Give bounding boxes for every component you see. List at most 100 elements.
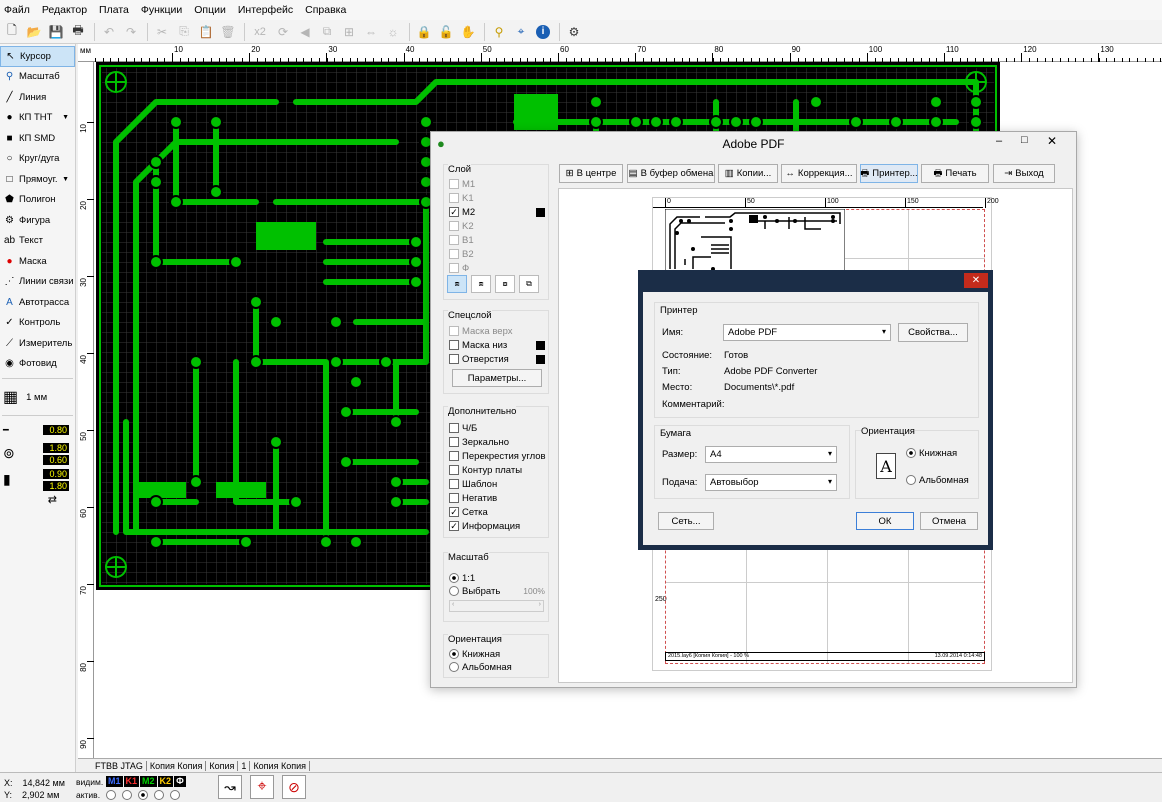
smd-width-value[interactable]: 0.90 xyxy=(43,468,69,479)
printer-button[interactable]: 🖶 Принтер... xyxy=(860,164,918,183)
sheet-tab[interactable]: Копия xyxy=(206,760,239,771)
extra-option-checkbox[interactable]: Негатив xyxy=(449,491,547,505)
target-icon[interactable]: ⌖ xyxy=(250,775,274,799)
tool-circle[interactable]: ○ Круг/дуга xyxy=(0,149,75,170)
print-dialog-close-button[interactable]: ✕ xyxy=(964,273,988,288)
pad-size[interactable]: ⊚ 1.80 0.60 xyxy=(0,441,75,467)
search-icon[interactable]: ⚲ xyxy=(489,22,509,42)
checkbox-box[interactable] xyxy=(449,249,459,259)
smd-size[interactable]: ▮ 0.90 1.80 xyxy=(0,467,75,493)
close-button[interactable]: ✕ xyxy=(1047,134,1057,148)
checkbox-box[interactable]: ✓ xyxy=(449,521,459,531)
layer-checkbox[interactable]: ✓ M2 xyxy=(449,205,545,219)
layer-active-radio[interactable] xyxy=(106,790,116,801)
checkbox-box[interactable] xyxy=(449,221,459,231)
checkbox-box[interactable] xyxy=(449,451,459,461)
center-button[interactable]: ⊞ В центре xyxy=(559,164,623,183)
delete-icon[interactable]: 🗑 xyxy=(218,22,238,42)
tool-autoroute[interactable]: A Автотрасса xyxy=(0,292,75,313)
layer-active-radio[interactable] xyxy=(154,790,164,801)
layer-visible-4[interactable]: Ф xyxy=(174,776,186,787)
route-icon[interactable]: ↝ xyxy=(218,775,242,799)
checkbox-box[interactable] xyxy=(449,423,459,433)
cut-icon[interactable]: ✂ xyxy=(152,22,172,42)
network-button[interactable]: Сеть... xyxy=(658,512,714,530)
checkbox-box[interactable] xyxy=(449,479,459,489)
tool-pad-smd[interactable]: ■ КП SMD xyxy=(0,128,75,149)
checkbox-box[interactable]: ✓ xyxy=(449,207,459,217)
special-layer-checkbox[interactable]: Маска верх xyxy=(449,324,545,338)
unlock-icon[interactable]: 🔓 xyxy=(436,22,456,42)
print-portrait-radio[interactable]: Книжная xyxy=(906,446,957,460)
menu-item[interactable]: Функции xyxy=(141,4,182,16)
chevron-down-icon[interactable]: ▼ xyxy=(62,176,69,183)
copies-button[interactable]: ▥ Копии... xyxy=(718,164,778,183)
extra-option-checkbox[interactable]: Ч/Б xyxy=(449,421,547,435)
copy-icon[interactable]: ⎘ xyxy=(174,22,194,42)
paste-icon[interactable]: 📋 xyxy=(196,22,216,42)
menu-item[interactable]: Редактор xyxy=(42,4,87,16)
printer-name-select[interactable]: Adobe PDF ▾ xyxy=(723,324,891,341)
checkbox-box[interactable] xyxy=(449,354,459,364)
sheet-tab[interactable]: FTBB JTAG xyxy=(92,760,147,771)
extra-option-checkbox[interactable]: Контур платы xyxy=(449,463,547,477)
tool-line[interactable]: ╱ Линия xyxy=(0,87,75,108)
checkbox-box[interactable] xyxy=(449,493,459,503)
tool-text[interactable]: ab Текст xyxy=(0,231,75,252)
mode4-icon[interactable]: ⧉ xyxy=(519,275,539,293)
mode1-icon[interactable]: ⧈ xyxy=(447,275,467,293)
layer-active-radio[interactable] xyxy=(170,790,180,801)
tool-mask[interactable]: ● Маска xyxy=(0,251,75,272)
layer-visible-2[interactable]: M2 xyxy=(140,776,157,787)
layer-active-radio[interactable] xyxy=(122,790,132,801)
print-landscape-radio[interactable]: Альбомная xyxy=(906,473,969,487)
crosshair-icon[interactable]: ⌖ xyxy=(511,22,531,42)
flip-icon[interactable]: ⇔ xyxy=(361,22,381,42)
layer-visible-1[interactable]: K1 xyxy=(123,776,140,787)
menu-item[interactable]: Опции xyxy=(194,4,226,16)
paper-size-select[interactable]: A4 ▾ xyxy=(705,446,837,463)
align-icon[interactable]: ⊞ xyxy=(339,22,359,42)
tool-polygon[interactable]: ⬟ Полигон xyxy=(0,190,75,211)
swap-icon[interactable]: ⇄ xyxy=(0,493,75,506)
menu-item[interactable]: Плата xyxy=(99,4,129,16)
extra-option-checkbox[interactable]: Зеркально xyxy=(449,435,547,449)
menu-item[interactable]: Справка xyxy=(305,4,346,16)
menu-item[interactable]: Интерфейс xyxy=(238,4,293,16)
params-button[interactable]: Параметры... xyxy=(452,369,542,387)
correction-button[interactable]: ↔ Коррекция... xyxy=(781,164,857,183)
track-width[interactable]: ━ 0.80 xyxy=(0,420,75,441)
paper-feed-select[interactable]: Автовыбор ▾ xyxy=(705,474,837,491)
layer-checkbox[interactable]: Ф xyxy=(449,261,545,275)
special-layer-checkbox[interactable]: Маска низ xyxy=(449,338,545,352)
track-width-value[interactable]: 0.80 xyxy=(43,425,69,436)
ok-button[interactable]: ОК xyxy=(856,512,914,530)
checkbox-box[interactable] xyxy=(449,437,459,447)
tool-connections[interactable]: ⋰ Линии связи xyxy=(0,272,75,293)
layer-visible-3[interactable]: K2 xyxy=(157,776,174,787)
scale-slider[interactable]: ‹ › xyxy=(449,600,544,612)
checkbox-box[interactable] xyxy=(449,465,459,475)
tool-rectangle[interactable]: □ Прямоуг. ▼ xyxy=(0,169,75,190)
scale-1to1-radio[interactable]: 1:1 xyxy=(449,571,475,585)
sun-icon[interactable]: ☼ xyxy=(383,22,403,42)
layer-visible-0[interactable]: M1 xyxy=(106,776,123,787)
tool-check[interactable]: ✓ Контроль xyxy=(0,313,75,334)
mirror-icon[interactable]: ◀ xyxy=(295,22,315,42)
pad-inner-value[interactable]: 0.60 xyxy=(43,454,69,465)
extra-option-checkbox[interactable]: Перекрестия углов xyxy=(449,449,547,463)
cancel-button[interactable]: Отмена xyxy=(920,512,978,530)
checkbox-box[interactable] xyxy=(449,193,459,203)
no-connection-icon[interactable]: ⊘ xyxy=(282,775,306,799)
layer-active-radio[interactable] xyxy=(138,790,148,801)
layer-checkbox[interactable]: K2 xyxy=(449,219,545,233)
tool-zoom[interactable]: ⚲ Масштаб xyxy=(0,67,75,88)
layer-checkbox[interactable]: K1 xyxy=(449,191,545,205)
extra-option-checkbox[interactable]: ✓ Информация xyxy=(449,519,547,533)
checkbox-box[interactable]: ✓ xyxy=(449,507,459,517)
landscape-radio[interactable]: Альбомная xyxy=(449,660,512,674)
clipboard-button[interactable]: ▤ В буфер обмена xyxy=(627,164,715,183)
extra-option-checkbox[interactable]: ✓ Сетка xyxy=(449,505,547,519)
chip-icon[interactable]: ⚙ xyxy=(564,22,584,42)
tool-cursor[interactable]: ↖ Курсор xyxy=(0,46,75,67)
